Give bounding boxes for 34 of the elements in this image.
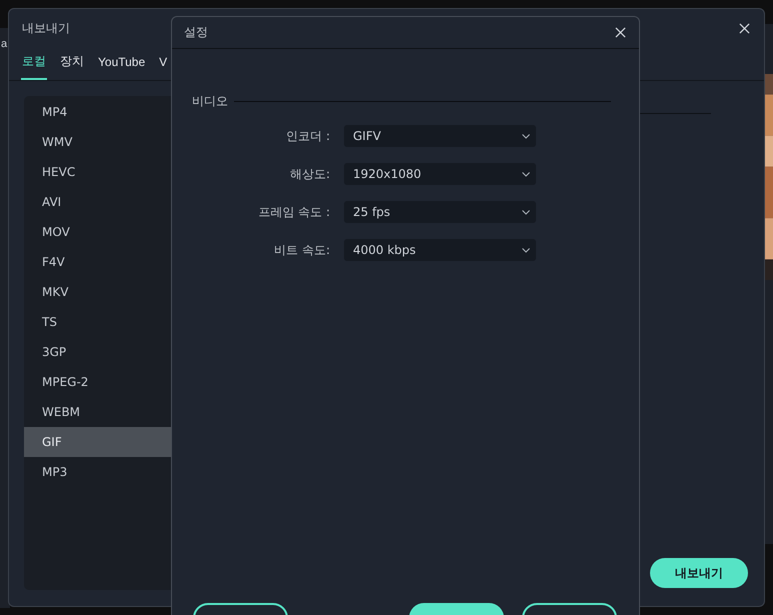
tab[interactable]: 로컬: [21, 47, 47, 80]
chevron-icon: [522, 210, 530, 214]
format-item[interactable]: MPEG-2: [24, 367, 224, 397]
dropdown[interactable]: 4000 kbps: [344, 239, 536, 261]
dropdown[interactable]: 25 fps: [344, 201, 536, 223]
format-item[interactable]: AVI: [24, 187, 224, 217]
field-label: 인코더 :: [285, 128, 330, 144]
format-item[interactable]: HEVC: [24, 157, 224, 187]
format-item[interactable]: WMV: [24, 127, 224, 157]
tab[interactable]: V: [158, 47, 168, 80]
format-item[interactable]: 3GP: [24, 337, 224, 367]
close-icon[interactable]: [615, 27, 626, 38]
format-item[interactable]: WEBM: [24, 397, 224, 427]
field-label: 해상도:: [288, 166, 330, 182]
field-label: 프레임 속도 :: [257, 204, 330, 220]
export-button[interactable]: 내보내기: [650, 558, 748, 588]
tab[interactable]: YouTube: [97, 47, 146, 80]
section-title: 비디오: [192, 93, 228, 110]
field-label: 비트 속도:: [273, 242, 330, 258]
format-item[interactable]: MP3: [24, 457, 224, 487]
chevron-icon: [522, 134, 530, 138]
dropdown[interactable]: GIFV: [344, 125, 536, 147]
chevron-icon: [522, 248, 530, 252]
format-item[interactable]: F4V: [24, 247, 224, 277]
background-text: a: [1, 38, 8, 50]
dropdown[interactable]: 1920x1080: [344, 163, 536, 185]
dialog-title: 설정: [184, 24, 208, 41]
tab[interactable]: 장치: [59, 47, 85, 80]
format-item[interactable]: TS: [24, 307, 224, 337]
format-item[interactable]: MKV: [24, 277, 224, 307]
close-icon[interactable]: [739, 22, 750, 34]
format-item[interactable]: MOV: [24, 217, 224, 247]
chevron-icon: [522, 172, 530, 176]
dialog-title: 내보내기: [22, 20, 70, 36]
